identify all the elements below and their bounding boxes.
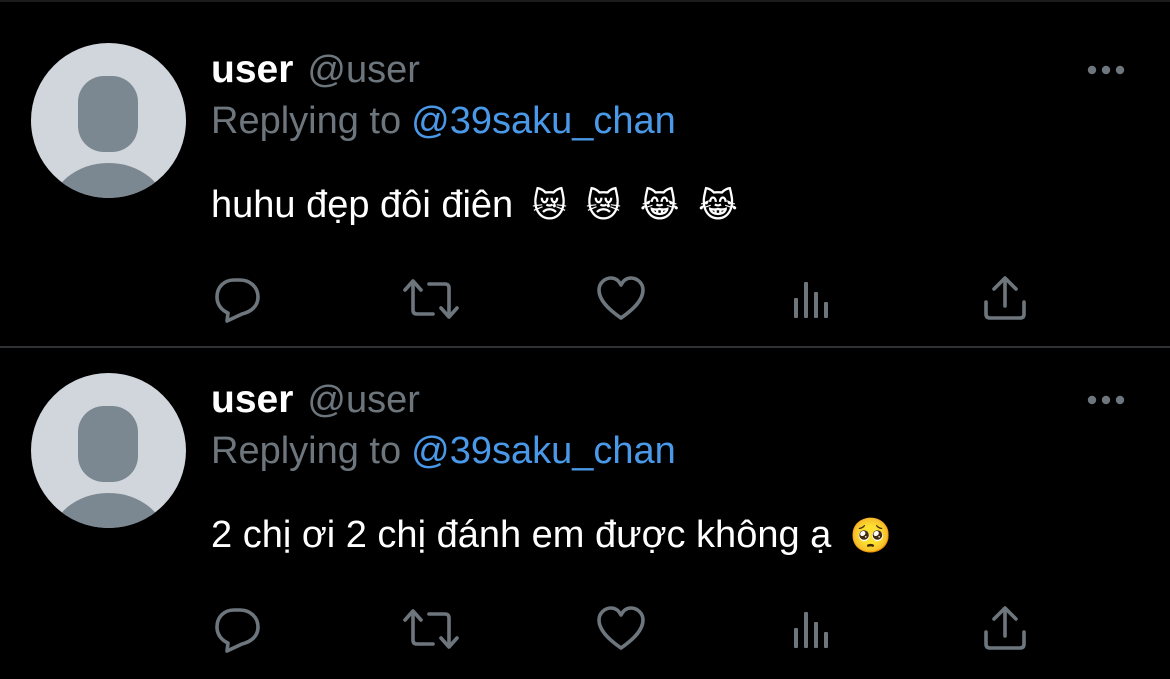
views-bar-chart-icon bbox=[794, 282, 828, 318]
tweet-header: user @user bbox=[211, 48, 420, 92]
more-options-button[interactable] bbox=[1086, 393, 1126, 407]
display-name[interactable]: user bbox=[211, 378, 293, 422]
default-avatar-icon bbox=[52, 76, 165, 198]
avatar[interactable] bbox=[31, 43, 186, 198]
crying-cat-emoji: 😿 bbox=[531, 186, 568, 226]
tweet[interactable]: user @user Replying to @39saku_chan 2 chị… bbox=[0, 330, 1170, 670]
more-horizontal-icon bbox=[1087, 65, 1125, 75]
reply-button[interactable] bbox=[213, 274, 263, 324]
views-bar-chart-icon bbox=[794, 612, 828, 648]
reply-bubble-icon bbox=[215, 278, 260, 323]
tweet-header: user @user bbox=[211, 378, 420, 422]
replying-to-label: Replying to bbox=[211, 430, 402, 472]
tweet-body: 2 chị ơi 2 chị đánh em được không ạ bbox=[211, 514, 832, 556]
reply-feed: user @user Replying to @39saku_chan huhu … bbox=[0, 0, 1170, 679]
default-avatar-icon bbox=[52, 406, 165, 528]
share-upload-icon bbox=[984, 276, 1026, 320]
share-button[interactable] bbox=[980, 604, 1030, 654]
replying-to-line: Replying to @39saku_chan bbox=[211, 430, 676, 473]
heart-icon bbox=[597, 606, 645, 650]
avatar[interactable] bbox=[31, 373, 186, 528]
tweet-text: huhu đẹp đôi điên 😿 😿 😹 😹 bbox=[211, 184, 738, 227]
crying-cat-emoji: 😿 bbox=[585, 186, 622, 226]
tweet-body: huhu đẹp đôi điên bbox=[211, 184, 514, 226]
views-button[interactable] bbox=[787, 604, 837, 654]
display-name[interactable]: user bbox=[211, 48, 293, 92]
pleading-face-emoji: 🥺 bbox=[849, 516, 893, 556]
more-options-button[interactable] bbox=[1086, 63, 1126, 77]
user-handle[interactable]: @user bbox=[307, 379, 420, 422]
retweet-icon bbox=[403, 609, 459, 649]
heart-icon bbox=[597, 276, 645, 320]
mention-link[interactable]: @39saku_chan bbox=[411, 100, 676, 142]
joy-cat-emoji: 😹 bbox=[698, 186, 738, 226]
tweet[interactable]: user @user Replying to @39saku_chan huhu … bbox=[0, 0, 1170, 340]
reply-bubble-icon bbox=[215, 608, 260, 653]
replying-to-line: Replying to @39saku_chan bbox=[211, 100, 676, 143]
views-button[interactable] bbox=[787, 274, 837, 324]
like-button[interactable] bbox=[596, 274, 646, 324]
more-horizontal-icon bbox=[1087, 395, 1125, 405]
mention-link[interactable]: @39saku_chan bbox=[411, 430, 676, 472]
reply-button[interactable] bbox=[213, 604, 263, 654]
retweet-button[interactable] bbox=[403, 274, 459, 324]
user-handle[interactable]: @user bbox=[307, 49, 420, 92]
replying-to-label: Replying to bbox=[211, 100, 402, 142]
retweet-icon bbox=[403, 279, 459, 319]
like-button[interactable] bbox=[596, 604, 646, 654]
share-upload-icon bbox=[984, 606, 1026, 650]
tweet-text: 2 chị ơi 2 chị đánh em được không ạ 🥺 bbox=[211, 514, 892, 557]
retweet-button[interactable] bbox=[403, 604, 459, 654]
share-button[interactable] bbox=[980, 274, 1030, 324]
joy-cat-emoji: 😹 bbox=[639, 186, 680, 226]
